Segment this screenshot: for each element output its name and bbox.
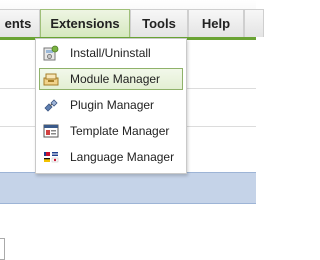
toolbar-band	[0, 172, 256, 204]
plugin-icon	[44, 99, 58, 112]
menu-help[interactable]: Help	[188, 9, 244, 37]
menu-item-label: Install/Uninstall	[70, 46, 151, 60]
menu-item-label: Module Manager	[70, 72, 161, 86]
menu-item-label: Template Manager	[70, 124, 170, 138]
menu-item-label: Language Manager	[70, 150, 175, 164]
extensions-dropdown-menu: Install/Uninstall Module Manager Plugin …	[35, 38, 187, 174]
menu-item-template-manager[interactable]: Template Manager	[39, 120, 183, 142]
install-icon	[43, 45, 59, 61]
top-menubar: ents Extensions Tools Help	[0, 0, 264, 37]
menu-item-language-manager[interactable]: Language Manager	[39, 146, 183, 168]
menu-item-label: Plugin Manager	[70, 98, 155, 112]
menu-next-partial[interactable]	[244, 9, 264, 37]
menu-item-plugin-manager[interactable]: Plugin Manager	[39, 94, 183, 116]
module-icon	[43, 73, 59, 86]
input-field-partial[interactable]	[0, 238, 5, 260]
menu-components-partial[interactable]: ents	[0, 9, 40, 37]
template-icon	[43, 124, 59, 138]
menu-tools[interactable]: Tools	[130, 9, 188, 37]
language-icon	[44, 152, 59, 163]
menu-item-install-uninstall[interactable]: Install/Uninstall	[39, 42, 183, 64]
menu-item-module-manager[interactable]: Module Manager	[39, 68, 183, 90]
menu-extensions[interactable]: Extensions	[40, 9, 130, 37]
